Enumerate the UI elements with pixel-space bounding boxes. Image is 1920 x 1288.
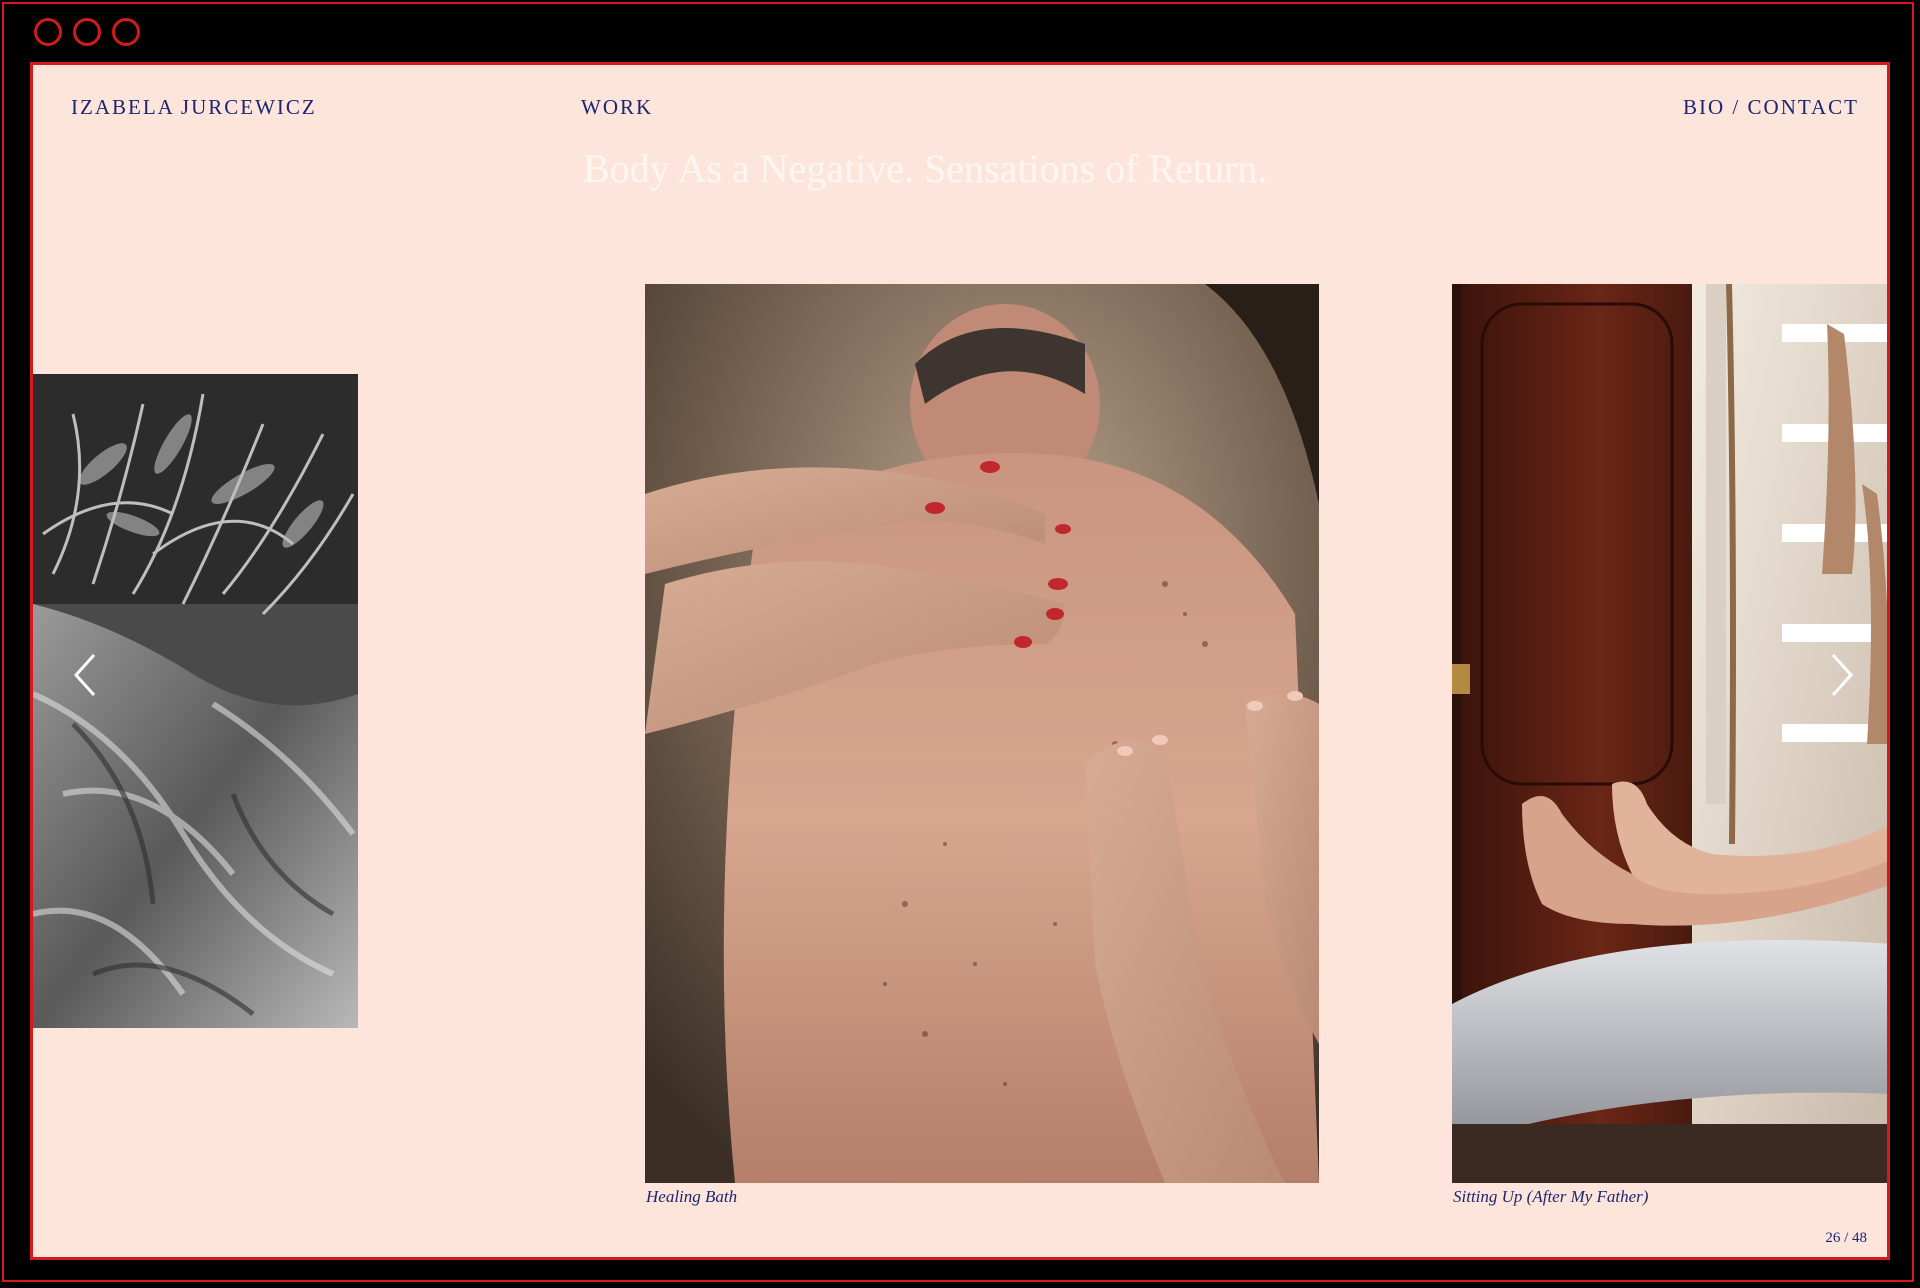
photo-sitting-up: [1452, 284, 1887, 1183]
window-maximize-button[interactable]: [112, 18, 140, 46]
site-name-link[interactable]: IZABELA JURCEWICZ: [71, 95, 317, 120]
next-slide-button[interactable]: [1821, 645, 1861, 705]
gallery-image-current[interactable]: [645, 284, 1319, 1183]
nav-work-link[interactable]: WORK: [581, 95, 653, 120]
caption-next: Sitting Up (After My Father): [1453, 1187, 1649, 1206]
photo-healing-bath: [645, 284, 1319, 1183]
previous-slide-button[interactable]: [66, 645, 106, 705]
window-minimize-button[interactable]: [73, 18, 101, 46]
project-title: Body As a Negative. Sensations of Return…: [583, 146, 1268, 191]
chevron-right-icon: [1831, 653, 1854, 697]
slide-counter: 26 / 48: [1825, 1230, 1867, 1246]
gallery-image-next[interactable]: [1452, 284, 1887, 1183]
nav-bio-contact-link[interactable]: BIO / CONTACT: [1683, 95, 1859, 120]
caption-current: Healing Bath: [646, 1187, 738, 1206]
window-close-button[interactable]: [34, 18, 62, 46]
window-controls: [34, 18, 140, 46]
chevron-left-icon: [73, 653, 96, 697]
page-viewport: IZABELA JURCEWICZ WORK BIO / CONTACT Bod…: [30, 62, 1890, 1260]
